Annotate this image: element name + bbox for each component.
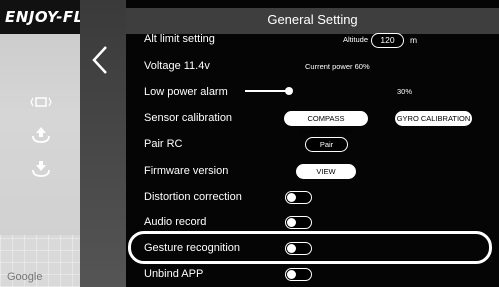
low-power-slider-knob[interactable] [285, 87, 293, 95]
sensor-calibration-label: Sensor calibration [144, 112, 233, 124]
low-power-label: Low power alarm [144, 86, 228, 98]
distortion-correction-label: Distortion correction [144, 191, 242, 203]
low-power-value: 30% [397, 87, 413, 96]
distortion-correction-toggle[interactable] [285, 191, 312, 204]
landing-icon[interactable] [30, 158, 52, 178]
unbind-app-toggle[interactable] [285, 268, 312, 281]
alt-limit-label: Alt limit setting [144, 33, 215, 45]
toggle-knob [287, 244, 296, 253]
back-chevron-icon[interactable] [91, 45, 109, 75]
toggle-knob [287, 270, 296, 279]
view-firmware-button[interactable]: VIEW [296, 164, 356, 179]
current-power-text: Current power 60% [305, 62, 370, 71]
toggle-knob [287, 218, 296, 227]
audio-record-toggle[interactable] [285, 216, 312, 229]
altitude-unit: m [410, 35, 418, 45]
toggle-knob [287, 193, 296, 202]
pair-rc-label: Pair RC [144, 138, 183, 150]
altitude-input[interactable]: 120 [371, 33, 404, 48]
brand-logo: ENJOY-FL [0, 0, 80, 34]
gesture-recognition-label: Gesture recognition [144, 242, 240, 254]
screen-icon[interactable] [30, 92, 52, 112]
altitude-label: Altitude [343, 35, 369, 44]
page-title: General Setting [267, 12, 358, 27]
firmware-label: Firmware version [144, 165, 229, 177]
map-attribution: Google [7, 271, 43, 283]
low-power-slider-track[interactable] [245, 90, 289, 92]
gesture-recognition-toggle[interactable] [285, 242, 312, 255]
compass-calibration-button[interactable]: COMPASS CALIBRATION [284, 111, 368, 136]
gyro-calibration-button[interactable]: GYRO CALIBRATION [395, 111, 472, 126]
audio-record-label: Audio record [144, 216, 207, 228]
takeoff-icon[interactable] [30, 124, 52, 144]
unbind-app-label: Unbind APP [144, 268, 204, 280]
back-strip [80, 0, 126, 287]
pair-button[interactable]: Pair [305, 137, 348, 152]
voltage-label: Voltage 11.4v [144, 60, 210, 72]
